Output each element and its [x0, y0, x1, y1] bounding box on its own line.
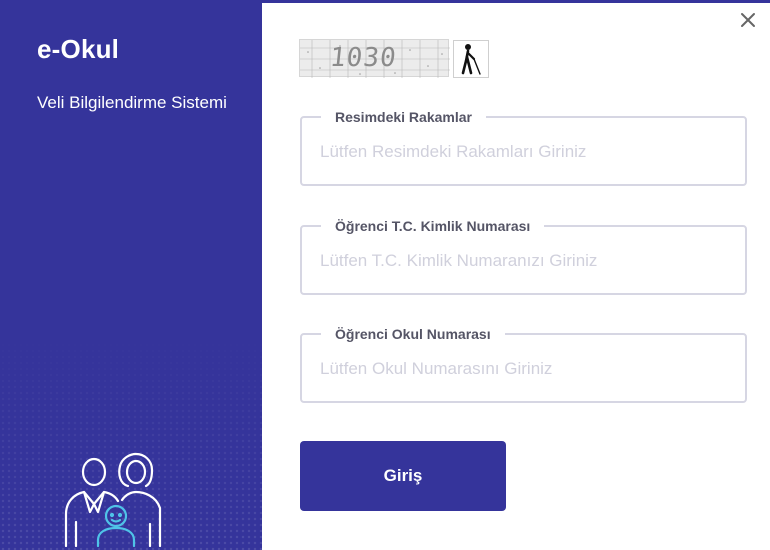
captcha-code: 1030 — [328, 43, 399, 73]
audio-captcha-button[interactable] — [453, 40, 489, 78]
app-title: e-Okul — [37, 34, 120, 64]
school-number-field-label: Öğrenci Okul Numarası — [321, 324, 505, 344]
captcha-field-label: Resimdeki Rakamlar — [321, 107, 486, 127]
brand-panel: e-Okul Veli Bilgilendirme Sistemi — [0, 0, 262, 550]
school-number-field: Öğrenci Okul Numarası — [300, 324, 747, 403]
captcha-image: 1030 — [299, 39, 450, 78]
login-button[interactable]: Giriş — [300, 441, 506, 511]
login-dialog: e-Okul Veli Bilgilendirme Sistemi 1030 R… — [0, 0, 770, 550]
app-subtitle: Veli Bilgilendirme Sistemi — [37, 93, 227, 112]
tc-kimlik-field-label: Öğrenci T.C. Kimlik Numarası — [321, 216, 545, 236]
family-icon — [64, 452, 162, 547]
tc-kimlik-field: Öğrenci T.C. Kimlik Numarası — [300, 216, 747, 295]
captcha-field: Resimdeki Rakamlar — [300, 107, 747, 186]
form-panel: 1030 Resimdeki Rakamlar Öğrenci T.C. Kim… — [262, 0, 770, 550]
captcha-input[interactable] — [318, 136, 732, 168]
close-icon — [741, 13, 755, 27]
blind-person-icon — [461, 44, 481, 75]
tc-kimlik-input[interactable] — [318, 245, 732, 277]
close-button[interactable] — [736, 8, 760, 32]
school-number-input[interactable] — [318, 353, 732, 385]
